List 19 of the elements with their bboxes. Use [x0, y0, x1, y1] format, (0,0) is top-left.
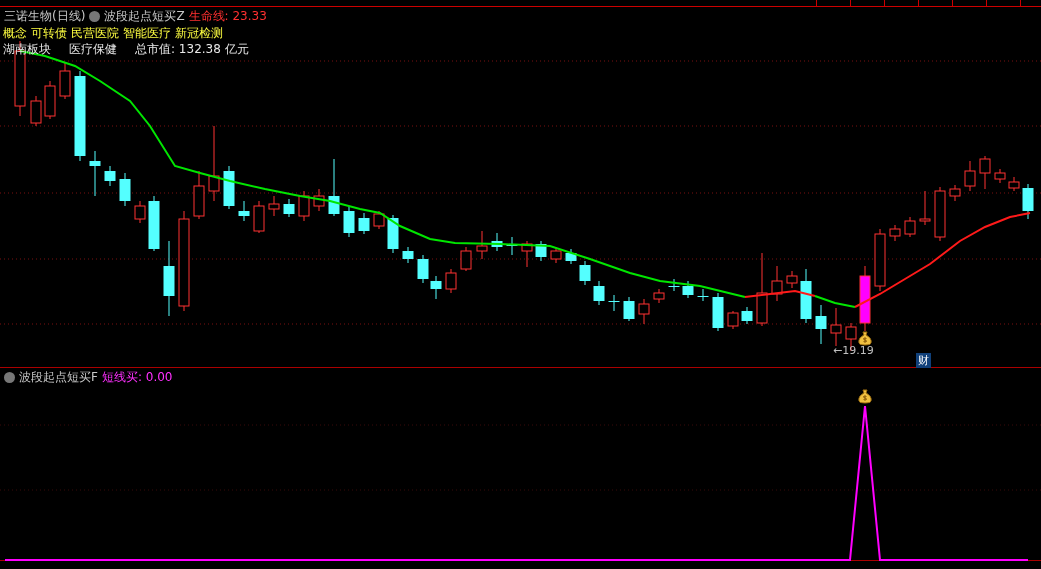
concept-tag: 新冠检测 — [175, 25, 223, 41]
concept-label: 概念 — [3, 25, 27, 41]
low-price-marker: ←19.19 — [833, 344, 874, 357]
money-bag-icon — [857, 388, 873, 404]
indicator-toggle-icon[interactable] — [89, 10, 101, 22]
indicator-toggle-icon[interactable] — [4, 371, 15, 383]
industry-label: 医疗保健 — [69, 41, 117, 57]
lifeline-reading: 生命线: 23.33 — [188, 7, 267, 25]
concept-tag: 智能医疗 — [123, 25, 171, 41]
signal-reading: 短线买: 0.00 — [101, 368, 173, 386]
concept-tag: 可转债 — [31, 25, 67, 41]
finance-badge[interactable]: 财 — [916, 353, 931, 368]
money-bag-icon — [857, 330, 873, 346]
indicator-name: 波段起点短买F — [19, 368, 98, 386]
indicator-name: 波段起点短买Z — [104, 7, 185, 25]
concept-tag: 民营医院 — [71, 25, 119, 41]
market-cap-label: 总市值: 132.38 亿元 — [135, 41, 249, 57]
signal-candle — [859, 265, 871, 332]
stock-title: 三诺生物(日线) — [4, 7, 86, 25]
